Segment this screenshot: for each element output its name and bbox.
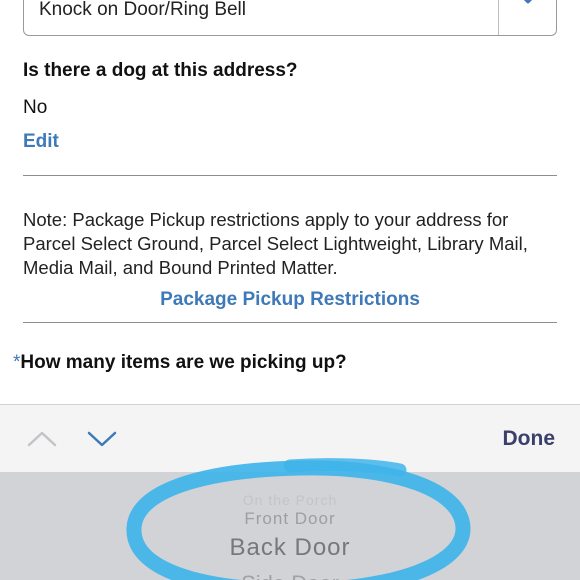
package-pickup-restrictions-link[interactable]: Package Pickup Restrictions (0, 289, 580, 311)
edit-dog-answer-link[interactable]: Edit (23, 131, 59, 153)
delivery-location-select[interactable]: Knock on Door/Ring Bell (23, 0, 557, 36)
option-picker[interactable]: On the Porch Front Door Back Door Side D… (0, 472, 580, 580)
picker-option[interactable]: Front Door (0, 509, 580, 529)
chevron-down-icon[interactable] (512, 0, 544, 11)
pickup-restrictions-note: Note: Package Pickup restrictions apply … (23, 209, 528, 278)
picker-option[interactable]: Side Door (0, 571, 580, 580)
keyboard-toolbar: Done (0, 404, 580, 472)
picker-option[interactable]: On the Porch (0, 492, 580, 508)
select-divider (498, 0, 499, 35)
chevron-up-icon[interactable] (26, 429, 58, 449)
dog-question-label: Is there a dog at this address? (23, 60, 298, 81)
items-count-question: *How many items are we picking up? (13, 352, 347, 374)
done-button[interactable]: Done (503, 427, 556, 451)
section-divider (23, 322, 557, 323)
dog-question-answer: No (23, 97, 48, 118)
section-divider (23, 175, 557, 176)
delivery-location-value: Knock on Door/Ring Bell (39, 0, 246, 20)
items-count-question-label: How many items are we picking up? (20, 352, 347, 373)
pickup-form: Knock on Door/Ring Bell Is there a dog a… (0, 0, 580, 404)
chevron-down-icon[interactable] (86, 429, 118, 449)
picker-option-selected[interactable]: Back Door (0, 534, 580, 562)
